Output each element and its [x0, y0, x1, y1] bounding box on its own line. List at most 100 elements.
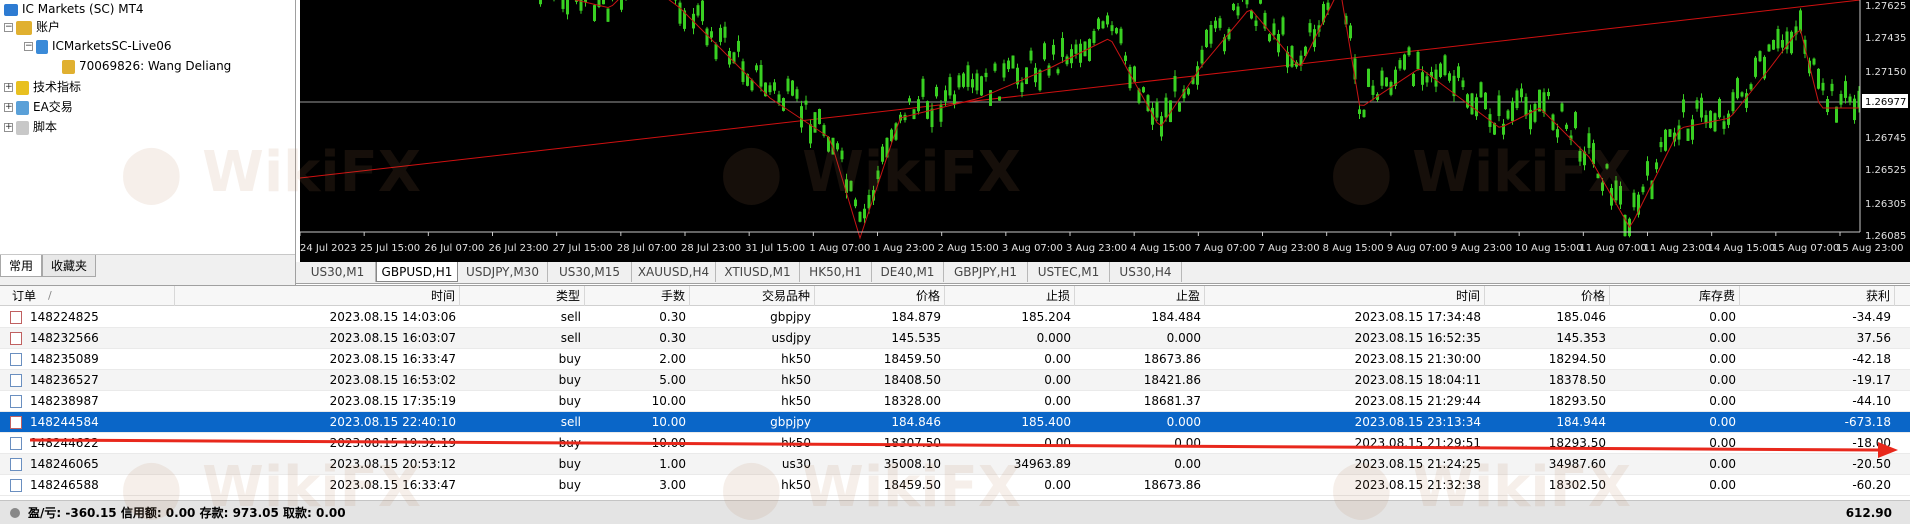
accounts-label: 账户: [36, 20, 61, 34]
chart-tab[interactable]: USDJPY,M30: [458, 262, 548, 282]
candle-body: [705, 28, 709, 46]
table-cell: 184.484: [1151, 310, 1201, 324]
tree-indicators[interactable]: + 技术指标: [4, 78, 81, 96]
column-header[interactable]: 时间: [175, 286, 460, 306]
expand-toggle-icon[interactable]: +: [4, 123, 13, 132]
chart-tab[interactable]: DE40,M1: [872, 262, 944, 282]
table-cell: 2023.08.15 14:03:06: [329, 310, 456, 324]
chart-tab[interactable]: XTIUSD,M1: [716, 262, 800, 282]
candle-body: [1029, 50, 1033, 61]
candle-body: [1115, 28, 1118, 34]
table-row[interactable]: 148236527 2023.08.15 16:53:02 buy 5.00 hk50 1…: [0, 370, 1910, 391]
column-header[interactable]: 订单: [0, 286, 175, 306]
candle-body: [1002, 63, 1006, 78]
chart-tab[interactable]: GBPUSD,H1: [376, 262, 458, 282]
table-cell: 148232566: [30, 331, 99, 345]
candle-body: [1632, 192, 1636, 208]
column-header[interactable]: 获利: [1740, 286, 1895, 306]
server-icon: [36, 39, 48, 54]
table-row[interactable]: 148232566 2023.08.15 16:03:07 sell 0.30 usdj…: [0, 328, 1910, 349]
candle-body: [1758, 51, 1762, 62]
tree-server[interactable]: − ICMarketsSC-Live06: [24, 37, 172, 55]
tab-favorites[interactable]: 收藏夹: [42, 255, 97, 277]
column-header[interactable]: 手数: [585, 286, 690, 306]
table-cell: 185.046: [1556, 310, 1606, 324]
chart-tab[interactable]: US30,M15: [548, 262, 632, 282]
table-cell: 0.00: [1044, 373, 1071, 387]
candle-body: [1695, 100, 1699, 109]
price-tick-label: 1.27150: [1865, 67, 1906, 78]
chart-canvas[interactable]: 1.27625 1.27435 1.27150 1.26977 1.26745 1.265…: [300, 0, 1910, 262]
collapse-toggle-icon[interactable]: −: [24, 42, 33, 51]
collapse-toggle-icon[interactable]: −: [4, 23, 13, 32]
script-icon: [16, 120, 29, 135]
price-tick-label: 1.26745: [1865, 133, 1906, 144]
table-row[interactable]: 148246588 2023.08.15 16:33:47 buy 3.00 hk50 1…: [0, 475, 1910, 496]
candle-body: [849, 180, 853, 192]
candle-body: [737, 40, 740, 52]
candle-body: [926, 101, 929, 119]
candle-body: [1196, 66, 1199, 85]
column-header[interactable]: 交易品种: [690, 286, 815, 306]
candle-body: [1412, 74, 1415, 86]
column-header[interactable]: 止损: [945, 286, 1075, 306]
mt4-terminal-window: IC Markets (SC) MT4 − 账户 − ICMarketsSC-Liv…: [0, 0, 1910, 524]
tree-accounts[interactable]: − 账户: [4, 18, 60, 36]
column-header[interactable]: 止盈: [1075, 286, 1205, 306]
chart-tab[interactable]: GBPJPY,H1: [944, 262, 1028, 282]
time-tick-label: 8 Aug 15:00: [1323, 243, 1384, 254]
candle-body: [984, 72, 988, 78]
tab-common[interactable]: 常用: [0, 255, 43, 277]
table-cell: 145.353: [1556, 331, 1606, 345]
tree-account[interactable]: 70069826: Wang Deliang: [62, 57, 231, 75]
tree-ea[interactable]: + EA交易: [4, 98, 73, 116]
candle-body: [876, 170, 880, 180]
price-tick-label: 1.27435: [1865, 33, 1906, 44]
tree-root[interactable]: IC Markets (SC) MT4: [4, 0, 144, 18]
column-header[interactable]: 库存费: [1610, 286, 1740, 306]
table-cell: 148244584: [30, 415, 99, 429]
table-cell: -673.18: [1844, 415, 1891, 429]
expand-toggle-icon[interactable]: +: [4, 83, 13, 92]
time-tick-label: 15 Aug 23:00: [1836, 243, 1903, 254]
column-header[interactable]: 时间: [1205, 286, 1485, 306]
table-cell: -34.49: [1852, 310, 1891, 324]
candle-body: [602, 0, 605, 5]
table-cell: 0.00: [1709, 373, 1736, 387]
trend-line: [300, 0, 1861, 179]
candle-body: [971, 79, 974, 88]
table-cell: 2023.08.15 16:03:07: [329, 331, 456, 345]
price-chart[interactable]: 1.27625 1.27435 1.27150 1.26977 1.26745 1.265…: [300, 0, 1910, 262]
time-tick-label: 28 Jul 07:00: [617, 243, 677, 254]
table-cell: sell: [560, 310, 581, 324]
candle-body: [786, 78, 790, 92]
candle-body: [1659, 142, 1663, 148]
candle-body: [1605, 164, 1609, 169]
candle-body: [1826, 99, 1829, 113]
candle-body: [1718, 98, 1721, 118]
candle-body: [1020, 82, 1024, 93]
column-header[interactable]: 类型: [460, 286, 585, 306]
table-cell: 185.400: [1021, 415, 1071, 429]
column-header[interactable]: 价格: [815, 286, 945, 306]
chart-tab[interactable]: HK50,H1: [800, 262, 872, 282]
table-row[interactable]: 148235089 2023.08.15 16:33:47 buy 2.00 hk50 1…: [0, 349, 1910, 370]
expand-toggle-icon[interactable]: +: [4, 103, 13, 112]
candle-body: [1466, 94, 1469, 108]
table-row[interactable]: 148224825 2023.08.15 14:03:06 sell 0.30 gbpj…: [0, 307, 1910, 328]
candle-body: [1245, 0, 1249, 5]
chart-tab[interactable]: USTEC,M1: [1028, 262, 1110, 282]
status-dot-icon: [10, 508, 20, 518]
chart-tab[interactable]: US30,M1: [300, 262, 376, 282]
candle-body: [777, 94, 781, 103]
price-tick-label: 1.26525: [1865, 165, 1906, 176]
table-cell: 0.00: [1709, 331, 1736, 345]
table-cell: 2023.08.15 18:04:11: [1354, 373, 1481, 387]
table-row[interactable]: 148238987 2023.08.15 17:35:19 buy 10.00 hk50…: [0, 391, 1910, 412]
candle-body: [1236, 6, 1240, 16]
column-header[interactable]: 价格: [1485, 286, 1610, 306]
chart-tab[interactable]: US30,H4: [1110, 262, 1182, 282]
table-row[interactable]: 148244584 2023.08.15 22:40:10 sell 10.00 gbp…: [0, 412, 1910, 433]
chart-tab[interactable]: XAUUSD,H4: [632, 262, 716, 282]
tree-scripts[interactable]: + 脚本: [4, 118, 57, 136]
